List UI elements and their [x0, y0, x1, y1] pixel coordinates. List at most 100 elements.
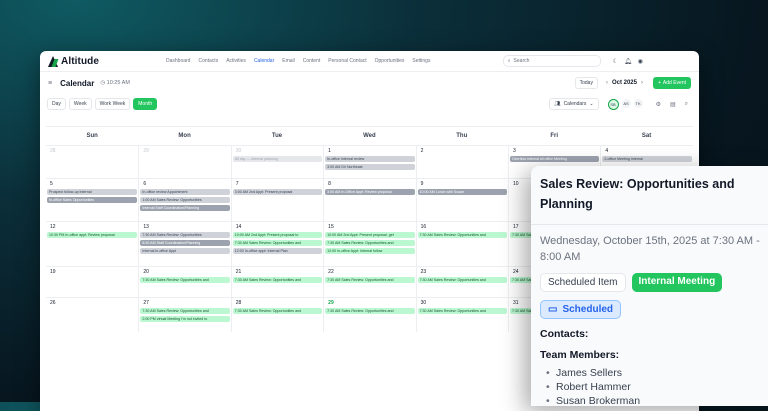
day-cell[interactable]: 1 In-office Internal review 3:00 AM Dir No… [323, 146, 415, 178]
calendar-event[interactable]: 7:30 AM Sales Review: Opportunities and [417, 277, 507, 283]
nav-item-contacts[interactable]: Contacts [198, 58, 218, 64]
calendar-event[interactable]: In-office review Appointment [140, 189, 230, 195]
moon-icon[interactable]: ☾ [613, 58, 618, 65]
calendars-selector[interactable]: 👥︎ Calendars ⌄ [549, 98, 599, 110]
calendar-event[interactable]: Internal Staff Coordination/Planning [140, 205, 230, 211]
day-cell[interactable]: 9 10:00 AM Lunch with Susan [415, 179, 508, 221]
calendar-event[interactable]: 7:30 AM Sales Review: Opportunities and [232, 308, 323, 314]
add-event-button[interactable]: + Add Event [653, 77, 691, 89]
day-cell[interactable]: 12 10:30 PM In-office appt: Review propos… [46, 222, 138, 266]
altitude-logo[interactable]: Altitude [48, 55, 166, 67]
calendar-event[interactable]: 3:00 AM Dir Northeast [325, 164, 415, 170]
day-number: 30 [235, 148, 242, 154]
calendar-event[interactable]: Overflow internal all office Meeting [509, 156, 600, 162]
day-cell[interactable]: 16 7:30 AM Sales Review: Opportunities an… [415, 222, 508, 266]
day-cell[interactable]: 20 7:30 AM Sales Review: Opportunities an… [138, 267, 230, 297]
day-cell[interactable]: 5 Prospect follow-up Internal In-office Sa… [46, 179, 138, 221]
bell-icon[interactable]: 🔔︎ [624, 58, 632, 65]
calendar-event[interactable]: 8:30 AM Staff Coordination/Planning [140, 240, 230, 246]
calendar-event[interactable]: 7:30 AM Sales Review: Opportunities and [140, 277, 230, 283]
day-cell[interactable]: 28 [46, 146, 138, 178]
nav-item-personal-contact[interactable]: Personal Contact [328, 58, 366, 64]
day-cell[interactable]: 14 10:00 AM 2nd Appt: Present proposal to… [230, 222, 323, 266]
zoom-icon[interactable]: ⌕ [685, 101, 688, 108]
calendar-event[interactable]: 12:00 In-office appt: Internal Plan [232, 248, 323, 254]
calendar-event[interactable]: 7:30 AM Sales Review: Opportunities and [325, 240, 415, 246]
gear-icon[interactable]: ⚙ [656, 101, 661, 108]
add-event-label: Add Event [662, 80, 686, 86]
calendar-event[interactable]: In-office Internal review [325, 156, 415, 162]
calendar-event[interactable]: All day — Internal planning [232, 156, 323, 162]
calendar-event[interactable]: 7:30 AM Sales Review: Opportunities and [417, 308, 507, 314]
day-cell[interactable]: 28 7:30 AM Sales Review: Opportunities an… [230, 298, 323, 332]
day-cell[interactable]: 30 7:30 AM Sales Review: Opportunities an… [415, 298, 508, 332]
day-cell[interactable]: 29 [138, 146, 230, 178]
calendar-event[interactable]: 2:00 PM virtual Meeting I'm not invited … [140, 316, 230, 322]
day-number: 4 [605, 148, 609, 154]
day-cell[interactable]: 2 [415, 146, 508, 178]
view-week-button[interactable]: Week [68, 98, 92, 110]
calendar-event[interactable]: 7:30 AM Sales Review: Opportunities and [232, 277, 323, 283]
view-month-button[interactable]: Month [133, 98, 158, 110]
day-cell[interactable]: 29 7:30 AM Sales Review: Opportunities an… [323, 298, 415, 332]
day-cell[interactable]: 8 3:00 AM In-Office Appt: Review proposal [323, 179, 415, 221]
weekday-sat: Sat [641, 133, 652, 139]
calendar-event[interactable]: 1:00 AM Sales Review: Opportunities [140, 197, 230, 203]
day-cell[interactable]: 7 3:00 AM 2nd Appt: Present proposal [230, 179, 323, 221]
nav-item-content[interactable]: Content [303, 58, 321, 64]
event-chips: Scheduled Item Internal Meeting [540, 273, 768, 292]
day-cell[interactable]: 22 7:30 AM Sales Review: Opportunities an… [323, 267, 415, 297]
calendar-event[interactable]: 7:30 AM Sales Review: Opportunities and [232, 240, 323, 246]
calendar-event[interactable]: In-office Sales Opportunities [47, 197, 138, 203]
avatar[interactable]: AS [621, 98, 631, 108]
chevron-left-icon[interactable]: ‹ [606, 80, 608, 86]
calendar-event[interactable]: 7:30 AM Sales Review: Opportunities [140, 232, 230, 238]
day-number: 14 [235, 224, 242, 230]
nav-item-activities[interactable]: Activities [226, 58, 246, 64]
day-number: 12 [50, 224, 56, 230]
calendar-event[interactable]: 10:00 AM 2nd Appt: Present proposal to [232, 232, 323, 238]
calendar-event[interactable]: 10:30 PM In-office appt: Review proposal [47, 232, 138, 238]
day-cell[interactable]: 15 10:00 AM 2nd Appt: Present proposal, g… [323, 222, 415, 266]
view-work-week-button[interactable]: Work Week [94, 98, 131, 110]
menu-icon[interactable]: ≡ [48, 80, 52, 87]
avatar[interactable]: TK [633, 98, 643, 108]
calendar-event[interactable]: 3:00 AM 2nd Appt: Present proposal [232, 189, 323, 195]
day-cell[interactable]: 13 7:30 AM Sales Review: Opportunities 8:3… [138, 222, 230, 266]
day-cell[interactable]: 30 All day — Internal planning [230, 146, 323, 178]
day-cell[interactable]: 23 7:30 AM Sales Review: Opportunities an… [415, 267, 508, 297]
calendar-event[interactable]: 10:00 AM Lunch with Susan [417, 189, 507, 195]
print-icon[interactable]: ▤ [670, 101, 676, 108]
calendar-event[interactable]: 10:00 AM 2nd Appt: Present proposal, get [325, 232, 415, 238]
nav-item-opportunities[interactable]: Opportunities [375, 58, 405, 64]
today-button[interactable]: Today [574, 77, 598, 89]
search-input[interactable]: ⌕ Search [502, 55, 601, 67]
day-cell[interactable]: 19 [46, 267, 138, 297]
weekday-tue: Tue [271, 133, 283, 139]
view-day-button[interactable]: Day [47, 98, 66, 110]
calendar-event[interactable]: Internal in-office Appt [140, 248, 230, 254]
chevron-right-icon[interactable]: › [641, 80, 643, 86]
calendar-event[interactable]: 7:30 AM Sales Review: Opportunities and [325, 308, 415, 314]
nav-item-settings[interactable]: Settings [412, 58, 430, 64]
nav-item-email[interactable]: Email [282, 58, 295, 64]
calendar-event[interactable]: Prospect follow-up Internal [47, 189, 138, 195]
calendar-event[interactable]: 3:00 AM In-Office Appt: Review proposal [325, 189, 415, 195]
people-icon: 👥︎ [554, 101, 561, 107]
day-cell[interactable]: 6 In-office review Appointment 1:00 AM Sal… [138, 179, 230, 221]
day-number: 1 [328, 148, 331, 154]
day-cell[interactable]: 21 7:30 AM Sales Review: Opportunities an… [230, 267, 323, 297]
day-cell[interactable]: 27 7:30 AM Sales Review: Opportunities an… [138, 298, 230, 332]
divider [531, 224, 768, 225]
calendar-event[interactable]: 7:30 AM Sales Review: Opportunities and [325, 277, 415, 283]
calendar-event[interactable]: 7:30 AM Sales Review: Opportunities and [140, 308, 230, 314]
avatar[interactable]: SB [607, 98, 619, 110]
calendar-event[interactable]: 12:00 In-office Appt: Internal follow [325, 248, 415, 254]
nav-item-dashboard[interactable]: Dashboard [166, 58, 190, 64]
calendar-event[interactable]: 2-office Meeting Internal [602, 156, 692, 162]
calendar-event[interactable]: 7:30 AM Sales Review: Opportunities and [417, 232, 507, 238]
day-cell[interactable]: 26 [46, 298, 138, 332]
user-icon[interactable]: ◉ [638, 58, 643, 65]
nav-item-calendar[interactable]: Calendar [254, 58, 274, 64]
chevron-down-icon: ⌄ [589, 101, 594, 107]
